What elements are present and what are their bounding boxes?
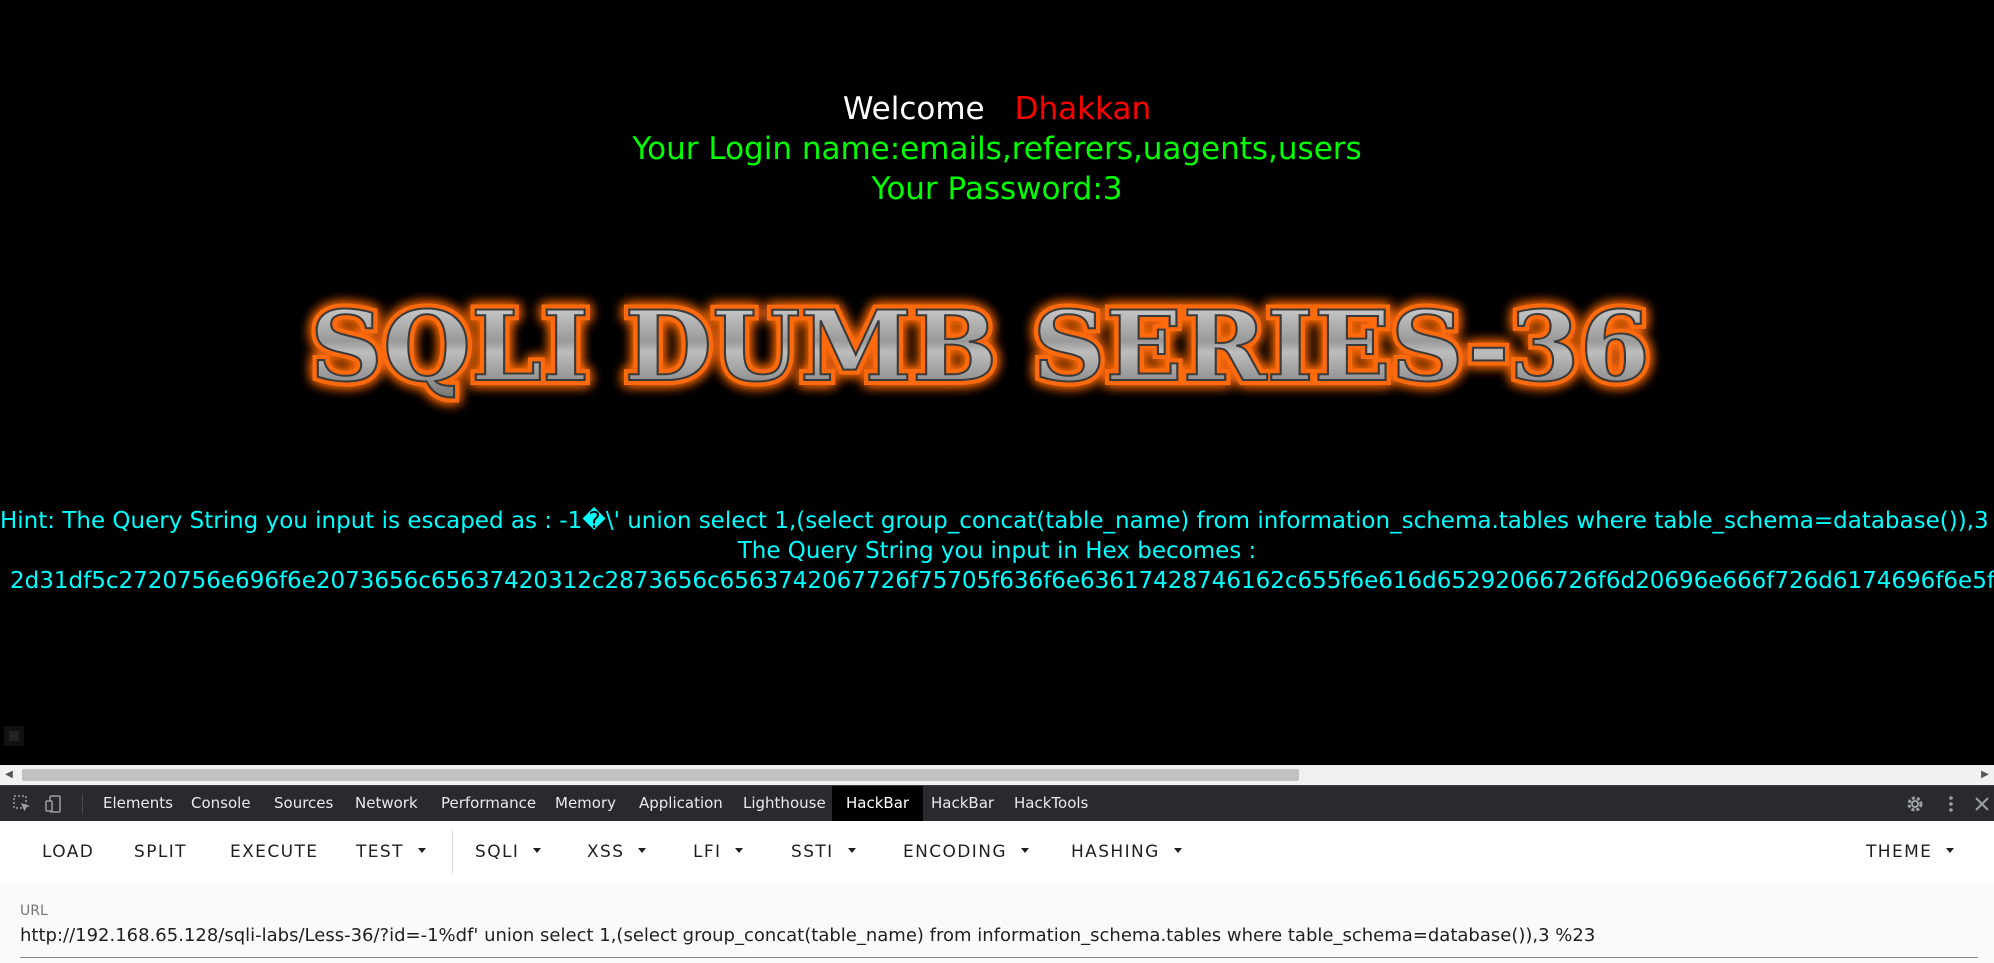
sqli-label: SQLI	[475, 842, 520, 862]
load-label: LOAD	[42, 842, 95, 862]
caret-down-icon	[417, 847, 426, 853]
theme-label: THEME	[1866, 842, 1933, 862]
gear-icon[interactable]	[1905, 794, 1925, 814]
sqli-dropdown[interactable]: SQLI	[475, 821, 542, 883]
caret-down-icon	[1173, 847, 1182, 853]
corner-square-icon	[4, 726, 24, 746]
caret-down-icon	[1946, 847, 1955, 853]
lfi-label: LFI	[693, 842, 722, 862]
welcome-word: Welcome	[842, 91, 985, 127]
encoding-label: ENCODING	[903, 842, 1007, 862]
caret-down-icon	[735, 847, 744, 853]
tab-hackbar-active[interactable]: HackBar	[832, 786, 924, 821]
series-banner: SQLI DUMB SERIES-36 SQLI DUMB SERIES-36	[305, 285, 1655, 408]
devtools-tab-bar: Elements Console Sources Network Perform…	[0, 785, 1994, 821]
tab-hacktools[interactable]: HackTools	[1000, 786, 1102, 821]
tab-console[interactable]: Console	[177, 786, 265, 821]
device-toggle-icon[interactable]	[44, 794, 64, 814]
scrollbar-thumb[interactable]	[22, 769, 1299, 781]
caret-down-icon	[1020, 847, 1029, 853]
url-input[interactable]	[20, 925, 1980, 946]
hint-hex-value: 2d31df5c2720756e696f6e2073656c6563742031…	[10, 568, 1994, 594]
hint-hex-heading: The Query String you input in Hex become…	[737, 538, 1257, 564]
tab-application[interactable]: Application	[625, 786, 737, 821]
password-line: Your Password:3	[871, 171, 1123, 207]
hashing-dropdown[interactable]: HASHING	[1071, 821, 1182, 883]
theme-dropdown[interactable]: THEME	[1866, 821, 1955, 883]
toolbar-divider	[452, 831, 453, 873]
banner-text: SQLI DUMB SERIES-36	[310, 290, 1650, 403]
tab-hackbar[interactable]: HackBar	[917, 786, 1008, 821]
page-content: Welcome Dhakkan Your Login name:emails,re…	[0, 0, 1994, 765]
kebab-menu-icon[interactable]	[1941, 794, 1961, 814]
ssti-label: SSTI	[791, 842, 834, 862]
caret-down-icon	[847, 847, 856, 853]
url-field-container: URL	[0, 883, 1994, 963]
hashing-label: HASHING	[1071, 842, 1160, 862]
welcome-name: Dhakkan	[1014, 91, 1152, 127]
url-underline	[20, 957, 1978, 958]
scroll-right-arrow-icon[interactable]: ▶	[1976, 765, 1994, 785]
inspect-element-icon[interactable]	[12, 794, 32, 814]
split-label: SPLIT	[134, 842, 187, 862]
ssti-dropdown[interactable]: SSTI	[791, 821, 856, 883]
xss-dropdown[interactable]: XSS	[587, 821, 647, 883]
tab-network[interactable]: Network	[341, 786, 432, 821]
tab-memory[interactable]: Memory	[541, 786, 630, 821]
hint-escaped-line: Hint: The Query String you input is esca…	[0, 508, 1994, 534]
encoding-dropdown[interactable]: ENCODING	[903, 821, 1029, 883]
tab-sources[interactable]: Sources	[260, 786, 347, 821]
horizontal-scrollbar[interactable]: ◀ ▶	[0, 765, 1994, 785]
split-button[interactable]: SPLIT	[134, 821, 187, 883]
execute-label: EXECUTE	[230, 842, 319, 862]
test-label: TEST	[356, 842, 404, 862]
tab-elements[interactable]: Elements	[89, 786, 187, 821]
devtools-separator	[82, 794, 83, 814]
xss-label: XSS	[587, 842, 625, 862]
lfi-dropdown[interactable]: LFI	[693, 821, 744, 883]
hackbar-toolbar: LOAD SPLIT EXECUTE TEST SQLI XSS LFI SST…	[0, 821, 1994, 883]
scroll-left-arrow-icon[interactable]: ◀	[0, 765, 18, 785]
execute-button[interactable]: EXECUTE	[230, 821, 318, 883]
caret-down-icon	[638, 847, 647, 853]
url-label: URL	[20, 903, 48, 919]
tab-lighthouse[interactable]: Lighthouse	[729, 786, 840, 821]
test-dropdown[interactable]: TEST	[356, 821, 426, 883]
caret-down-icon	[533, 847, 542, 853]
close-icon[interactable]	[1972, 794, 1992, 814]
load-button[interactable]: LOAD	[42, 821, 94, 883]
tab-performance[interactable]: Performance	[427, 786, 550, 821]
